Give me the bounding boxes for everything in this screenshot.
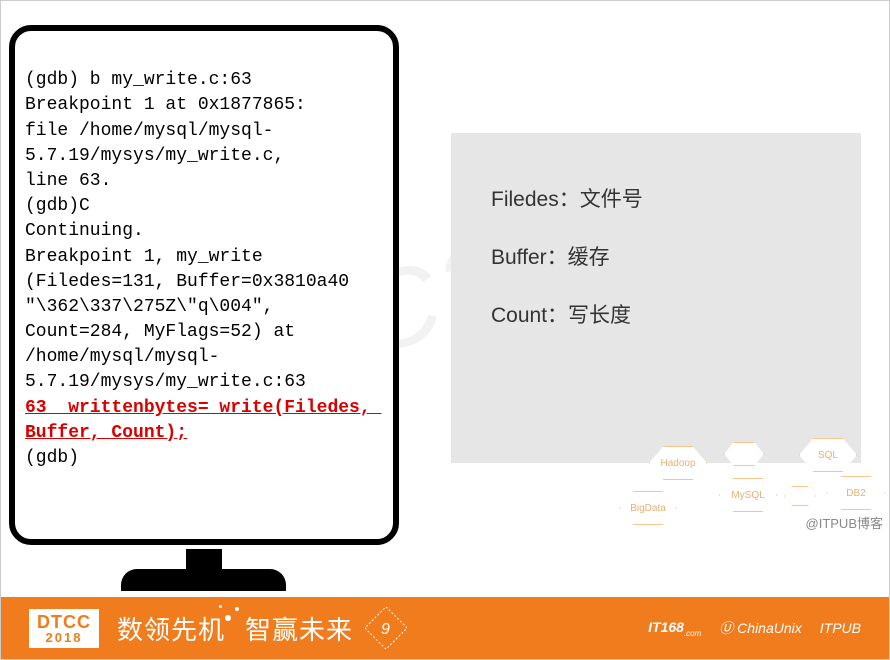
footer-slogan: 数领先机 智赢未来 9 <box>117 607 407 649</box>
param-buffer: Buffer：缓存 <box>491 241 821 271</box>
highlighted-code-line: 63 writtenbytes= write(Filedes, Buffer, … <box>25 398 381 443</box>
sponsor-it168: IT168.com <box>648 619 701 638</box>
monitor-stand-base <box>121 569 286 591</box>
code-line: (gdb) b my_write.c:63 <box>25 70 252 90</box>
code-line: line 63. <box>25 171 111 191</box>
edition-badge: 9 <box>365 607 407 649</box>
code-line: (Filedes=131, Buffer=0x3810a40 <box>25 272 349 292</box>
code-line: 5.7.19/mysys/my_write.c, <box>25 146 284 166</box>
gdb-output: (gdb) b my_write.c:63 Breakpoint 1 at 0x… <box>25 43 383 471</box>
dots-decoration-icon <box>215 597 245 627</box>
parameter-explanation-panel: Filedes：文件号 Buffer：缓存 Count：写长度 <box>451 133 861 463</box>
slogan-part-a: 数领先机 <box>117 610 225 647</box>
hex-bigdata: BigData <box>619 491 677 525</box>
hex-mysql: MySQL <box>719 478 777 512</box>
slogan-part-b: 智赢未来 <box>245 610 353 647</box>
code-line: 5.7.19/mysys/my_write.c:63 <box>25 372 306 392</box>
code-line: file /home/mysql/mysql- <box>25 121 273 141</box>
slide-footer: DTCC 2018 数领先机 智赢未来 9 IT168.com Ⓤ ChinaU… <box>1 597 889 659</box>
param-filedes: Filedes：文件号 <box>491 183 821 213</box>
source-attribution: @ITPUB博客 <box>806 513 883 532</box>
code-line: /home/mysql/mysql- <box>25 347 219 367</box>
hex-db2: DB2 <box>827 476 885 510</box>
code-line: Continuing. <box>25 221 144 241</box>
code-line: (gdb) <box>25 448 79 468</box>
footer-sponsors: IT168.com Ⓤ ChinaUnix ITPUB <box>648 618 861 638</box>
dtcc-logo: DTCC 2018 <box>29 609 99 648</box>
sponsor-itpub: ITPUB <box>820 620 861 636</box>
monitor-stand-neck <box>186 549 222 571</box>
code-line: Breakpoint 1 at 0x1877865: <box>25 95 306 115</box>
terminal-monitor: (gdb) b my_write.c:63 Breakpoint 1 at 0x… <box>9 25 399 545</box>
code-line: "\362\337\275Z\"q\004", <box>25 297 273 317</box>
badge-number-text: 9 <box>381 621 391 638</box>
code-line: Count=284, MyFlags=52) at <box>25 322 295 342</box>
logo-bottom-text: 2018 <box>37 631 91 644</box>
sponsor-chinaunix: Ⓤ ChinaUnix <box>719 618 801 638</box>
hex-blank <box>784 486 816 506</box>
slide-content: DTCC2018 (gdb) b my_write.c:63 Breakpoin… <box>1 1 889 596</box>
code-line: (gdb)C <box>25 196 90 216</box>
logo-top-text: DTCC <box>37 613 91 631</box>
param-count: Count：写长度 <box>491 299 821 329</box>
code-line: Breakpoint 1, my_write <box>25 247 263 267</box>
